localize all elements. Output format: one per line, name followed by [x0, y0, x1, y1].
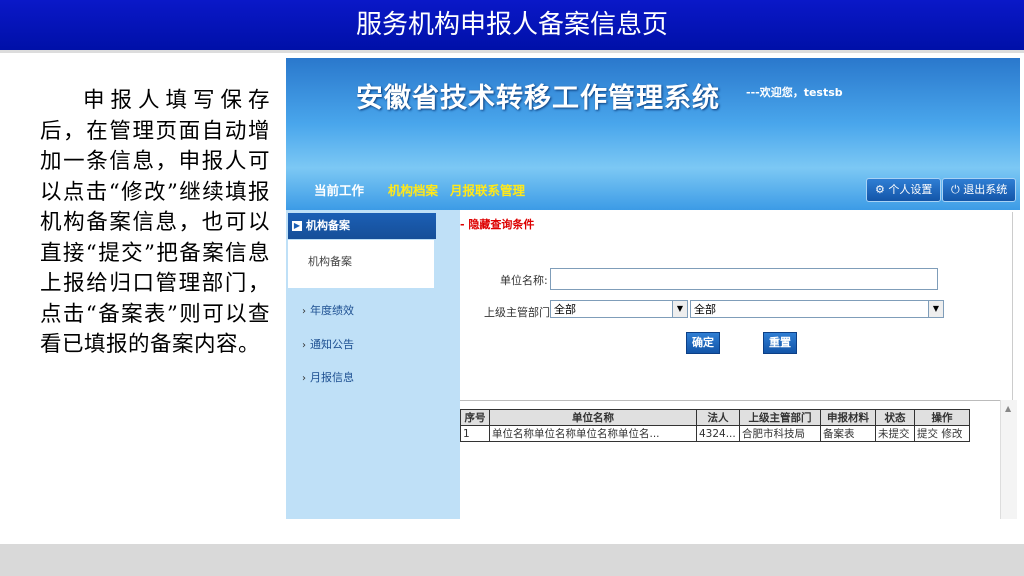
chevron-right-icon: ›	[302, 340, 306, 351]
confirm-button[interactable]: 确定	[686, 332, 720, 354]
dept-label: 上级主管部门:	[484, 306, 554, 319]
cell-dept: 合肥市科技局	[739, 425, 821, 442]
col-header-ops: 操作	[914, 409, 970, 426]
slide-title: 服务机构申报人备案信息页	[0, 0, 1024, 53]
sidebar-item-monthly-info[interactable]: › 月报信息	[302, 369, 354, 385]
cell-material-link[interactable]: 备案表	[820, 425, 876, 442]
cell-status: 未提交	[875, 425, 915, 442]
toggle-search-conditions[interactable]: - 隐藏查询条件	[460, 216, 534, 232]
dept-select-1-value: 全部	[554, 303, 576, 316]
search-panel: - 隐藏查询条件 单位名称: 上级主管部门: 全部 ▼ 全部 ▼ 确定 重置	[460, 212, 1013, 400]
dropdown-arrow-icon: ▼	[672, 301, 687, 317]
dept-select-2[interactable]: 全部 ▼	[690, 300, 944, 318]
col-header-material: 申报材料	[820, 409, 876, 426]
table-row: 1 单位名称单位名称单位名称单位名... 4324... 合肥市科技局 备案表 …	[460, 425, 970, 442]
cell-no: 1	[460, 425, 490, 442]
menu-monthly-report[interactable]: 月报联系管理	[450, 180, 525, 199]
table-header-row: 序号 单位名称 法人 上级主管部门 申报材料 状态 操作	[460, 409, 970, 426]
dept-select-2-value: 全部	[694, 303, 716, 316]
cell-name: 单位名称单位名称单位名称单位名...	[489, 425, 697, 442]
col-header-dept: 上级主管部门	[739, 409, 821, 426]
reset-button[interactable]: 重置	[763, 332, 797, 354]
cell-legal: 4324...	[696, 425, 740, 442]
sidebar-item-annual-performance[interactable]: › 年度绩效	[302, 302, 354, 318]
col-header-legal: 法人	[696, 409, 740, 426]
app-screenshot: 安徽省技术转移工作管理系统 ---欢迎您，testsb 当前工作 机构档案 月报…	[286, 58, 1020, 519]
power-icon: ⏻	[951, 183, 960, 196]
cell-ops-links[interactable]: 提交 修改	[914, 425, 970, 442]
logout-label: 退出系统	[963, 183, 1008, 196]
sidebar-item-label: 年度绩效	[310, 304, 354, 317]
welcome-text: ---欢迎您，testsb	[746, 86, 843, 99]
sidebar-item-label: 月报信息	[310, 371, 354, 384]
system-title: 安徽省技术转移工作管理系统	[356, 83, 720, 114]
col-header-no: 序号	[460, 409, 490, 426]
col-header-status: 状态	[875, 409, 915, 426]
col-header-name: 单位名称	[489, 409, 697, 426]
scroll-up-icon[interactable]: ▲	[1005, 404, 1011, 413]
user-settings-label: 个人设置	[888, 183, 933, 196]
chevron-right-icon: ›	[302, 306, 306, 317]
arrow-right-icon: ▶	[292, 221, 302, 231]
results-table: 序号 单位名称 法人 上级主管部门 申报材料 状态 操作 1 单位名称单位名称单…	[460, 409, 970, 442]
dropdown-arrow-icon: ▼	[928, 301, 943, 317]
sidebar-header[interactable]: ▶ 机构备案	[288, 213, 436, 239]
scrollbar[interactable]: ▲	[1000, 400, 1017, 519]
sidebar-subitem-org-filing[interactable]: 机构备案	[288, 240, 434, 288]
slide-description: 申报人填写保存后，在管理页面自动增加一条信息，申报人可以点击“修改”继续填报机构…	[40, 88, 270, 357]
menu-current-work[interactable]: 当前工作	[314, 180, 364, 199]
app-header: 安徽省技术转移工作管理系统 ---欢迎您，testsb	[286, 58, 1020, 168]
dept-select-1[interactable]: 全部 ▼	[550, 300, 688, 318]
sidebar: ▶ 机构备案 机构备案 › 年度绩效 › 通知公告 › 月报信息	[286, 210, 460, 519]
sidebar-header-label: 机构备案	[306, 219, 350, 232]
org-name-label: 单位名称:	[500, 274, 548, 287]
menu-org-archive[interactable]: 机构档案	[388, 180, 438, 199]
gear-icon: ⚙	[875, 183, 885, 196]
main-content: - 隐藏查询条件 单位名称: 上级主管部门: 全部 ▼ 全部 ▼ 确定 重置 序…	[460, 210, 1020, 519]
logout-button[interactable]: ⏻ 退出系统	[942, 178, 1017, 202]
bottom-band	[0, 544, 1024, 576]
results-table-area: 序号 单位名称 法人 上级主管部门 申报材料 状态 操作 1 单位名称单位名称单…	[460, 400, 1000, 519]
chevron-right-icon: ›	[302, 373, 306, 384]
sidebar-item-notices[interactable]: › 通知公告	[302, 336, 354, 352]
sidebar-item-label: 通知公告	[310, 338, 354, 351]
org-name-input[interactable]	[550, 268, 938, 290]
user-settings-button[interactable]: ⚙ 个人设置	[866, 178, 942, 202]
